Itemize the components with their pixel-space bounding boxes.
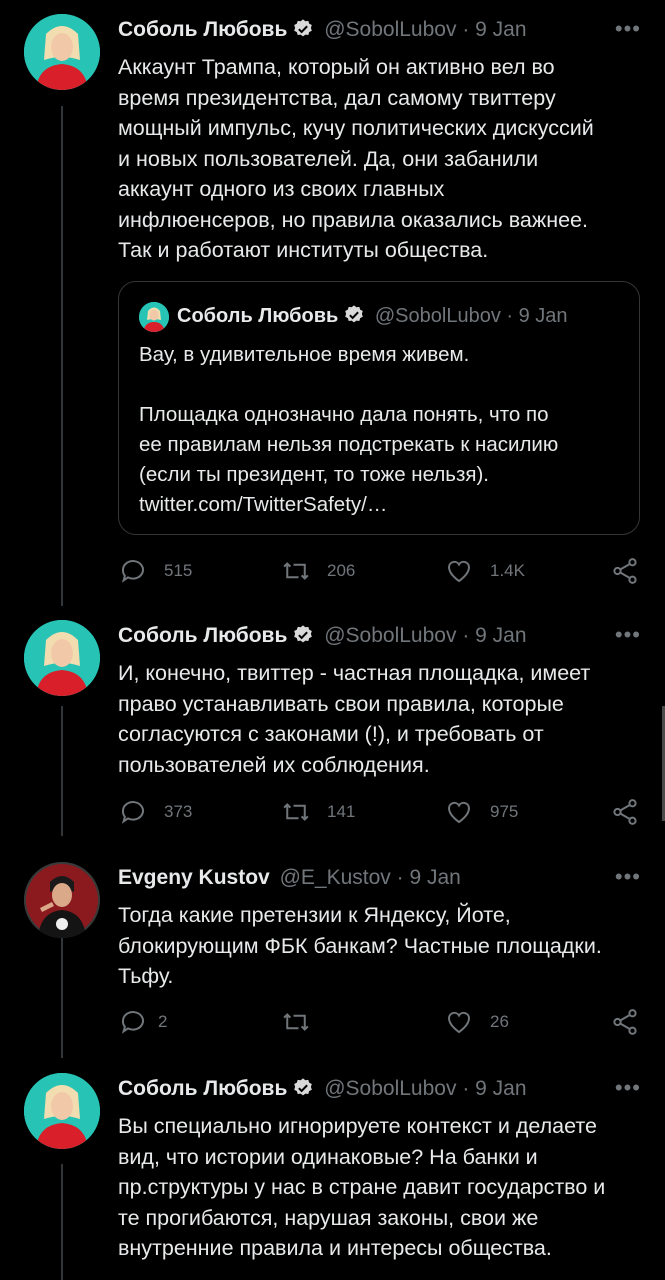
like-button[interactable]: 1.4K <box>444 556 525 586</box>
author-handle[interactable]: @E_Kustov <box>280 866 391 889</box>
retweet-button[interactable]: 206 <box>281 556 355 586</box>
retweet-icon <box>283 562 309 580</box>
like-count: 1.4K <box>490 561 525 580</box>
like-count: 26 <box>490 1012 509 1031</box>
quoted-text: Вау, в удивительное время живем. Площадк… <box>139 343 559 516</box>
more-options-icon[interactable]: ••• <box>615 1075 641 1101</box>
quoted-author-name: Соболь Любовь <box>177 305 339 327</box>
retweet-button[interactable]: 141 <box>281 797 355 827</box>
verified-badge-icon <box>345 305 364 323</box>
avatar[interactable] <box>24 1073 100 1149</box>
quoted-avatar <box>139 302 169 332</box>
quoted-header: Соболь Любовь @SobolLubov · 9 Jan <box>177 302 568 330</box>
heart-icon <box>447 1011 471 1034</box>
tweet-text: И, конечно, твиттер - частная площадка, … <box>118 661 591 777</box>
tweet-actions: 373 141 975 <box>118 797 648 827</box>
reply-count: 515 <box>164 561 193 580</box>
tweet-date[interactable]: · 9 Jan <box>397 866 461 889</box>
tweet-text: Аккаунт Трампа, который он активно вел в… <box>118 55 594 262</box>
quoted-tweet[interactable]: Соболь Любовь @SobolLubov · 9 Jan Вау, в… <box>118 281 640 535</box>
more-options-icon[interactable]: ••• <box>615 622 641 648</box>
like-button[interactable]: 975 <box>444 797 518 827</box>
retweet-button[interactable] <box>281 1007 311 1037</box>
reply-button[interactable]: 515 <box>118 556 192 586</box>
tweet-text: Вы специально игнорируете контекст и дел… <box>118 1114 606 1260</box>
author-handle[interactable]: @SobolLubov <box>324 624 456 647</box>
share-icon <box>613 1009 637 1035</box>
author-name[interactable]: Соболь Любовь <box>118 18 287 41</box>
tweet-date[interactable]: · 9 Jan <box>462 624 526 647</box>
reply-icon <box>121 1011 144 1034</box>
tweet[interactable]: Соболь Любовь @SobolLubov · 9 Jan ••• Ак… <box>0 0 665 620</box>
tweet-text: Тогда какие претензии к Яндексу, Йоте, б… <box>118 903 602 988</box>
author-name[interactable]: Evgeny Kustov <box>118 866 270 889</box>
tweet-date[interactable]: · 9 Jan <box>462 1077 526 1100</box>
tweet[interactable]: Соболь Любовь @SobolLubov · 9 Jan ••• И,… <box>0 620 665 850</box>
reply-count: 2 <box>158 1012 168 1031</box>
avatar[interactable] <box>24 620 100 696</box>
share-button[interactable] <box>610 1007 640 1037</box>
heart-icon <box>447 560 471 583</box>
tweet-actions: 2 26 <box>118 1007 648 1037</box>
like-count: 975 <box>490 802 519 821</box>
share-button[interactable] <box>610 797 640 827</box>
reply-icon <box>121 560 144 583</box>
reply-button[interactable]: 2 <box>118 1007 167 1037</box>
share-button[interactable] <box>610 556 640 586</box>
heart-icon <box>447 801 471 824</box>
retweet-icon <box>283 803 309 821</box>
retweet-icon <box>283 1013 309 1031</box>
tweet[interactable]: Соболь Любовь @SobolLubov · 9 Jan ••• Вы… <box>0 1073 665 1280</box>
author-name[interactable]: Соболь Любовь <box>118 1077 287 1100</box>
author-name[interactable]: Соболь Любовь <box>118 624 287 647</box>
reply-icon <box>121 801 144 824</box>
verified-badge-icon <box>294 19 313 37</box>
tweet-header: Evgeny Kustov @E_Kustov · 9 Jan <box>118 864 461 892</box>
tweet-header: Соболь Любовь @SobolLubov · 9 Jan <box>118 1075 527 1103</box>
share-icon <box>613 558 637 584</box>
author-handle[interactable]: @SobolLubov <box>324 1077 456 1100</box>
tweet-header: Соболь Любовь @SobolLubov · 9 Jan <box>118 16 527 44</box>
tweet-actions: 515 206 1.4K <box>118 556 648 586</box>
avatar[interactable] <box>24 862 100 938</box>
quoted-date: · 9 Jan <box>506 305 568 327</box>
reply-button[interactable]: 373 <box>118 797 192 827</box>
tweet-date[interactable]: · 9 Jan <box>462 18 526 41</box>
tweet[interactable]: Evgeny Kustov @E_Kustov · 9 Jan ••• Тогд… <box>0 862 665 1072</box>
author-handle[interactable]: @SobolLubov <box>324 18 456 41</box>
retweet-count: 206 <box>327 561 356 580</box>
more-options-icon[interactable]: ••• <box>615 864 641 890</box>
verified-badge-icon <box>294 1078 313 1096</box>
avatar[interactable] <box>24 14 100 90</box>
quoted-author-handle: @SobolLubov <box>374 305 501 327</box>
reply-count: 373 <box>164 802 193 821</box>
like-button[interactable]: 26 <box>444 1007 509 1037</box>
retweet-count: 141 <box>327 802 356 821</box>
share-icon <box>613 799 637 825</box>
more-options-icon[interactable]: ••• <box>615 16 641 42</box>
tweet-header: Соболь Любовь @SobolLubov · 9 Jan <box>118 622 527 650</box>
verified-badge-icon <box>294 625 313 643</box>
